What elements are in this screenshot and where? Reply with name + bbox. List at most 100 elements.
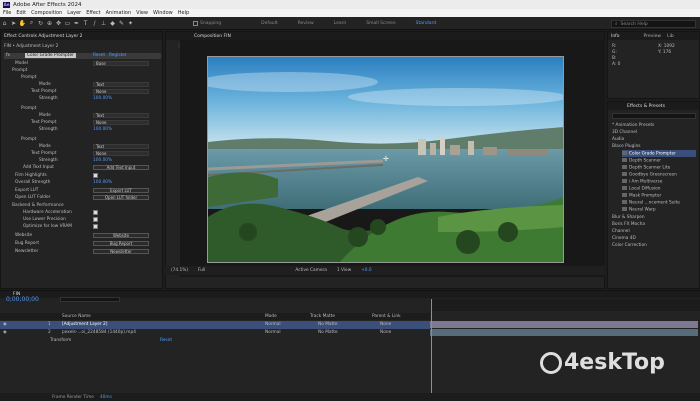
layer-2-parent[interactable]: None xyxy=(380,330,391,335)
low-vram-checkbox[interactable] xyxy=(93,224,98,229)
ep-item-color-grade-prompter[interactable]: Color Grade Prompter xyxy=(622,151,676,157)
layer-1-parent[interactable]: None xyxy=(380,322,391,327)
anchor-point-icon[interactable]: ✛ xyxy=(383,155,389,163)
ep-item-color-correction[interactable]: Color Correction xyxy=(612,243,647,248)
menu-effect[interactable]: Effect xyxy=(86,10,100,16)
preview-tab[interactable]: Preview xyxy=(644,34,662,39)
workspace-review[interactable]: Review xyxy=(298,21,314,26)
prompt-3-mode-dropdown[interactable]: Text xyxy=(93,144,149,149)
register-link[interactable]: Register xyxy=(109,53,127,58)
zoom-level[interactable]: (74.1%) xyxy=(171,268,188,273)
ep-item-neural-warp[interactable]: Neural Warp xyxy=(622,207,656,213)
effect-toggle-icon[interactable]: fx xyxy=(6,53,10,58)
ep-item-depth-scanner[interactable]: Depth Scanner xyxy=(622,158,661,164)
menu-composition[interactable]: Composition xyxy=(31,10,62,16)
timecode[interactable]: 0;00;00;00 xyxy=(6,296,39,303)
ep-item-multiverse[interactable]: i Am Multiverse xyxy=(622,179,662,185)
effects-presets-tab[interactable]: Effects & Presets xyxy=(627,104,665,109)
ep-item-animation-presets[interactable]: * Animation Presets xyxy=(612,123,654,128)
menu-animation[interactable]: Animation xyxy=(106,10,132,16)
ep-item-neural-enhancement[interactable]: Neural ...ncement Suite xyxy=(622,200,680,206)
resolution-dropdown[interactable]: Full xyxy=(198,268,205,273)
search-help-box[interactable]: ⌕ Search Help xyxy=(611,20,696,28)
prompt-1-label[interactable]: Prompt xyxy=(21,75,36,80)
model-dropdown[interactable]: Base xyxy=(93,61,149,66)
ep-item-audio[interactable]: Audio xyxy=(612,137,624,142)
film-highlights-checkbox[interactable] xyxy=(93,173,98,178)
camera-dropdown[interactable]: Active Camera xyxy=(295,268,327,273)
menu-file[interactable]: File xyxy=(3,10,11,16)
pen-tool-icon[interactable]: ✒ xyxy=(72,20,81,27)
ep-item-3d-channel[interactable]: 3D Channel xyxy=(612,130,637,135)
pan-tool-icon[interactable]: ✥ xyxy=(54,20,63,27)
ep-item-blace-plugins[interactable]: Blace Plugins xyxy=(612,144,641,149)
overall-strength-value[interactable]: 100.00% xyxy=(93,180,112,185)
prompt-2-mode-dropdown[interactable]: Text xyxy=(93,113,149,118)
effect-controls-tab[interactable]: Effect Controls Adjustment Layer 2 xyxy=(4,34,83,39)
backend-performance-group[interactable]: Backend & Performance xyxy=(12,203,64,208)
parent-link-header[interactable]: Parent & Link xyxy=(372,314,401,319)
timeline-search-input[interactable] xyxy=(60,297,120,302)
eraser-tool-icon[interactable]: ◆ xyxy=(108,20,117,27)
lower-precision-checkbox[interactable] xyxy=(93,217,98,222)
website-button[interactable]: Website xyxy=(93,233,149,238)
ep-item-depth-scanner-lite[interactable]: Depth Scanner Lite xyxy=(622,165,670,171)
zoom-tool-icon[interactable]: ⌕ xyxy=(27,19,36,27)
hardware-acceleration-checkbox[interactable] xyxy=(93,210,98,215)
add-text-input-button[interactable]: Add Text Input xyxy=(93,165,149,170)
source-name-header[interactable]: Source Name xyxy=(62,314,91,319)
info-tab[interactable]: Info xyxy=(611,34,620,39)
libraries-tab[interactable]: Lib xyxy=(667,34,674,39)
open-lut-folder-button[interactable]: Open LUT folder xyxy=(93,195,149,200)
home-icon[interactable]: ⌂ xyxy=(0,20,9,27)
reset-link[interactable]: Reset xyxy=(93,53,105,58)
layer-2-clip-bar[interactable] xyxy=(430,329,698,336)
layer-2-matte[interactable]: No Matte xyxy=(318,330,338,335)
export-lut-button[interactable]: Export LUT xyxy=(93,188,149,193)
ep-item-boris-mocha[interactable]: Boris FX Mocha xyxy=(612,222,645,227)
prompt-2-strength-value[interactable]: 100.00% xyxy=(93,127,112,132)
views-dropdown[interactable]: 1 View xyxy=(337,268,351,273)
eye-icon[interactable]: ◉ xyxy=(3,330,7,335)
workspace-learn[interactable]: Learn xyxy=(334,21,347,26)
prompt-3-label[interactable]: Prompt xyxy=(21,137,36,142)
prompt-1-text-prompt-dropdown[interactable]: None xyxy=(93,89,149,94)
exposure-value[interactable]: +0.0 xyxy=(361,268,371,273)
eye-icon[interactable]: ◉ xyxy=(3,322,7,327)
prompt-2-label[interactable]: Prompt xyxy=(21,106,36,111)
composition-tab[interactable]: Composition FIN xyxy=(194,34,231,39)
hand-tool-icon[interactable]: ✋ xyxy=(18,20,27,27)
menu-edit[interactable]: Edit xyxy=(16,10,26,16)
prompt-1-mode-dropdown[interactable]: Text xyxy=(93,82,149,87)
layer-2-name[interactable]: pexels-...oi_2248584 (1440p).mp4 xyxy=(62,330,136,335)
bug-report-button[interactable]: Bug Report xyxy=(93,241,149,246)
ep-item-goodbye-greenscreen[interactable]: Goodbye Greenscreen xyxy=(622,172,677,178)
layer-1-clip-bar[interactable] xyxy=(430,321,698,328)
ep-item-mask-prompter[interactable]: Mask Prompter xyxy=(622,193,661,199)
ep-item-cinema-4d[interactable]: Cinema 4D xyxy=(612,236,636,241)
clone-tool-icon[interactable]: ⊥ xyxy=(99,20,108,27)
layer-row-2[interactable]: ◉ 2 pexels-...oi_2248584 (1440p).mp4 Nor… xyxy=(0,329,430,337)
layer-1-name[interactable]: [Adjustment Layer 2] xyxy=(62,322,107,327)
effect-name[interactable]: Color Grade Prompter xyxy=(25,53,76,58)
menu-view[interactable]: View xyxy=(136,10,148,16)
workspace-default[interactable]: Default xyxy=(261,21,277,26)
prompt-3-strength-value[interactable]: 100.00% xyxy=(93,158,112,163)
transform-reset-link[interactable]: Reset xyxy=(160,338,172,343)
brush-tool-icon[interactable]: / xyxy=(90,20,99,27)
menu-layer[interactable]: Layer xyxy=(67,10,81,16)
layer-row-1[interactable]: ◉ 1 [Adjustment Layer 2] Normal No Matte… xyxy=(0,321,430,329)
text-tool-icon[interactable]: T xyxy=(81,20,90,27)
menu-window[interactable]: Window xyxy=(153,10,173,16)
rectangle-tool-icon[interactable]: ▭ xyxy=(63,20,72,27)
rotate-tool-icon[interactable]: ↻ xyxy=(36,20,45,27)
workspace-standard[interactable]: Standard xyxy=(416,21,436,26)
camera-tool-icon[interactable]: ⊕ xyxy=(45,20,54,27)
layer-1-mode[interactable]: Normal xyxy=(265,322,281,327)
prompt-3-text-prompt-dropdown[interactable]: None xyxy=(93,151,149,156)
playhead[interactable] xyxy=(431,299,432,401)
layer-1-matte[interactable]: No Matte xyxy=(318,322,338,327)
prompt-2-text-prompt-dropdown[interactable]: None xyxy=(93,120,149,125)
prompt-group-label[interactable]: Prompt xyxy=(12,68,27,73)
effects-search-input[interactable] xyxy=(612,113,696,119)
